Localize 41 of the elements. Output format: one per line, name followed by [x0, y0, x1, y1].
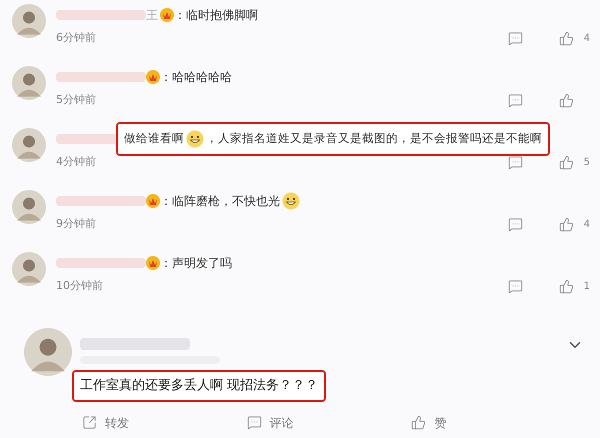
comment-time: 6分钟前: [56, 30, 96, 46]
post-text: 工作室真的还要多丢人啊 现招法务？？？: [72, 370, 326, 402]
smiley-icon: [186, 130, 204, 148]
avatar: [12, 128, 46, 162]
like-icon[interactable]: [559, 278, 574, 294]
like-icon: [411, 415, 426, 430]
smiley-icon: [282, 192, 300, 210]
comment-text: ：临时抱佛脚啊: [174, 7, 258, 24]
comment-time: 9分钟前: [56, 216, 96, 232]
like-count: 4: [582, 218, 590, 232]
avatar: [12, 4, 46, 38]
share-button[interactable]: 转发: [82, 414, 247, 432]
comment-text: ：临阵磨枪，不快也光: [160, 193, 280, 210]
comment-text: ：声明发了吗: [160, 255, 232, 272]
comment-icon[interactable]: [508, 278, 523, 294]
like-count: 4: [582, 32, 590, 46]
comment-icon[interactable]: [508, 216, 523, 232]
comment-icon[interactable]: [508, 30, 523, 46]
avatar: [12, 252, 46, 286]
like-count: 1: [582, 280, 590, 294]
avatar: [12, 190, 46, 224]
comment-icon[interactable]: [508, 92, 523, 108]
like-icon[interactable]: [559, 30, 574, 46]
like-icon[interactable]: [559, 154, 574, 170]
comment-icon: [246, 415, 262, 430]
like-button[interactable]: 赞: [411, 414, 576, 432]
comment-time: 5分钟前: [56, 92, 96, 108]
avatar: [24, 328, 72, 376]
comment-text: ：哈哈哈哈哈: [160, 69, 232, 86]
like-icon[interactable]: [559, 92, 574, 108]
like-count: 5: [582, 156, 590, 170]
comment-time: 10分钟前: [56, 278, 103, 294]
comment-text: 做给谁看啊: [124, 130, 184, 148]
share-icon: [82, 415, 97, 430]
comment-button[interactable]: 评论: [246, 414, 412, 432]
comment-text: ，人家指名道姓又是录音又是截图的，是不会报警吗还是不能啊: [206, 130, 542, 148]
like-icon[interactable]: [559, 216, 574, 232]
user-name[interactable]: 王: [146, 6, 158, 24]
comment-icon[interactable]: [508, 154, 523, 170]
comment-time: 4分钟前: [56, 154, 96, 170]
avatar: [12, 66, 46, 100]
